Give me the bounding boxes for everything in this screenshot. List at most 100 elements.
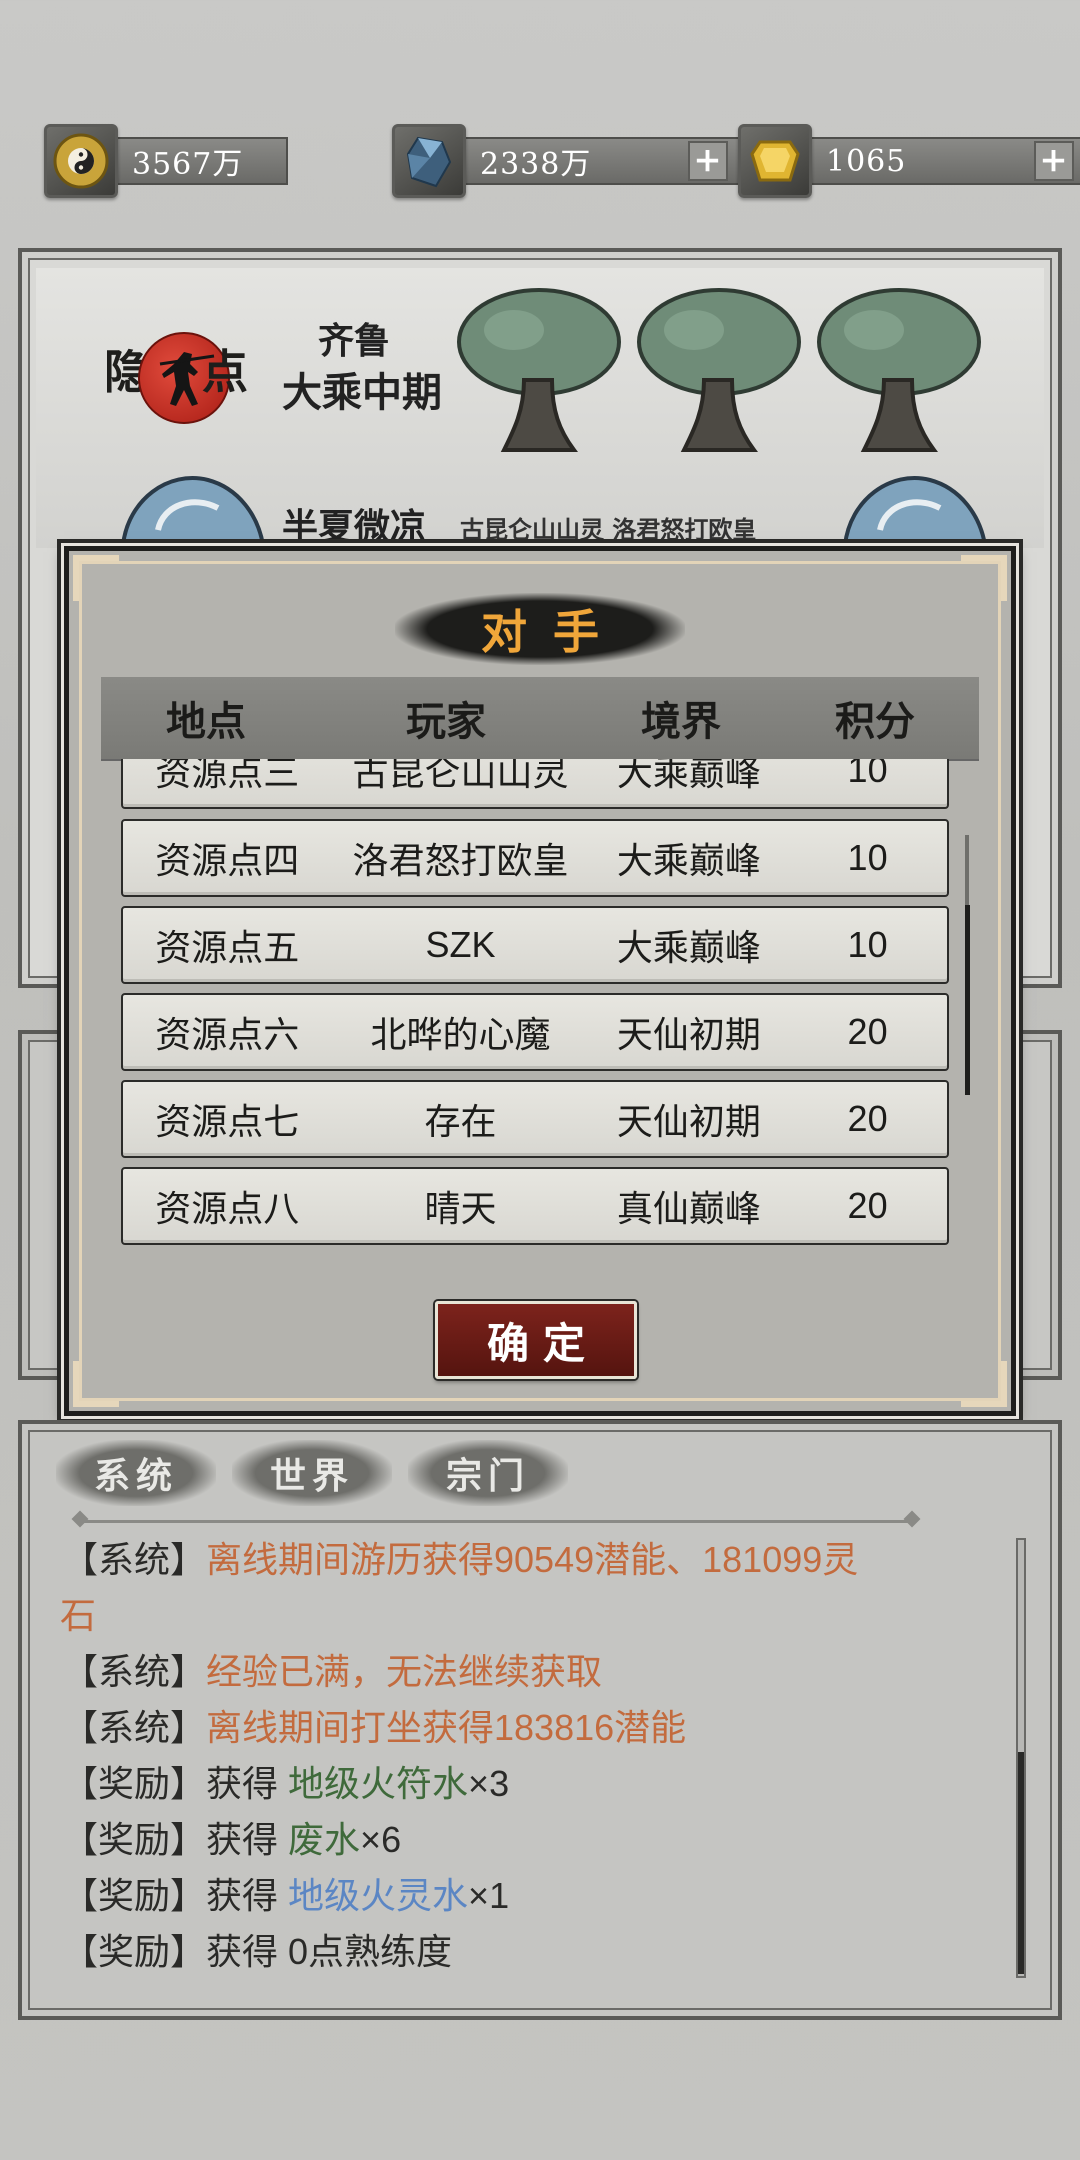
chat-divider: [80, 1520, 912, 1523]
column-header-row: 地点 玩家 境界 积分: [101, 677, 979, 759]
chat-line: 【系统】离线期间游历获得90549潜能、181099灵: [62, 1532, 962, 1588]
opponent-name: 齐鲁: [318, 320, 391, 362]
row-realm: 大乘巅峰: [616, 840, 761, 881]
tab-sect[interactable]: 宗门: [408, 1440, 568, 1506]
currency-gold: 1065 +: [738, 124, 1080, 198]
chat-tag: 【系统】: [62, 1539, 207, 1580]
chat-tag: 【奖励】: [62, 1875, 207, 1916]
guild-name: 半夏微凉: [282, 506, 427, 548]
opponent-row[interactable]: 资源点八 晴天 真仙巅峰 20: [121, 1167, 949, 1245]
row-score: 20: [847, 1098, 888, 1139]
opponent-row[interactable]: 资源点六 北晔的心魔 天仙初期 20: [121, 993, 949, 1071]
chat-line: 【奖励】获得 地级火灵水×1: [62, 1868, 962, 1924]
corner-ornament: [961, 1361, 1007, 1407]
gold-value-box: 1065 +: [804, 137, 1080, 185]
reward-item[interactable]: 废水: [288, 1819, 360, 1860]
row-realm: 真仙巅峰: [616, 1188, 761, 1229]
chat-tag: 【系统】: [62, 1707, 207, 1748]
chat-line: 【奖励】获得 0点熟练度: [62, 1924, 962, 1980]
column-header-score: 积分: [835, 698, 915, 745]
chat-text: 0点熟练度: [288, 1931, 453, 1972]
row-realm: 天仙初期: [616, 1101, 761, 1142]
chat-line-continuation: 石: [60, 1588, 962, 1644]
row-realm: 大乘巅峰: [616, 927, 761, 968]
chat-prefix: 获得: [206, 1875, 289, 1916]
chat-prefix: 获得: [206, 1763, 289, 1804]
add-crystals-button[interactable]: +: [688, 141, 728, 181]
row-realm: 天仙初期: [616, 1014, 761, 1055]
chat-scrollbar-thumb[interactable]: [1018, 1752, 1024, 1974]
opponent-row[interactable]: 资源点五 SZK 大乘巅峰 10: [121, 906, 949, 984]
row-score: 20: [847, 1185, 888, 1226]
row-score: 10: [847, 837, 888, 878]
confirm-button-label: 确定: [486, 1318, 599, 1368]
chat-text: 经验已满，无法继续获取: [206, 1651, 603, 1692]
row-player: 洛君怒打欧皇: [352, 840, 569, 881]
tab-system-label: 系统: [93, 1455, 178, 1497]
opponent-list[interactable]: 资源点三 古昆仑山山灵 大乘巅峰 10 资源点四 洛君怒打欧皇 大乘巅峰 10 …: [121, 759, 951, 1253]
row-location: 资源点六: [155, 1014, 300, 1055]
opponent-row[interactable]: 资源点三 古昆仑山山灵 大乘巅峰 10: [121, 759, 949, 809]
guild-members: 古昆仑山山灵 洛君怒打欧皇: [460, 515, 757, 544]
corner-ornament: [73, 555, 119, 601]
chat-line: 【系统】经验已满，无法继续获取: [62, 1644, 962, 1700]
opponent-realm: 大乘中期: [282, 369, 442, 416]
row-player: 古昆仑山山灵: [352, 759, 569, 793]
row-player: 晴天: [424, 1188, 497, 1229]
add-gold-button[interactable]: +: [1034, 141, 1074, 181]
coins-value-box: 3567万: [110, 137, 288, 185]
column-header-realm: 境界: [641, 698, 721, 745]
reward-item[interactable]: 地级火符水: [288, 1763, 468, 1804]
row-player: 存在: [424, 1101, 497, 1142]
tree-icon: [637, 288, 801, 452]
yin-yang-coin-icon: [44, 124, 118, 198]
chat-line: 【奖励】获得 地级火符水×3: [62, 1756, 962, 1812]
row-location: 资源点八: [155, 1188, 300, 1229]
column-header-location: 地点: [166, 698, 246, 745]
seal-right-char: 点: [202, 345, 248, 399]
crystals-value: 2338万: [480, 147, 592, 182]
row-score: 20: [847, 1011, 888, 1052]
chat-prefix: 获得: [206, 1931, 289, 1972]
dialog-title: 对手: [481, 605, 625, 659]
reward-qty: ×6: [360, 1819, 402, 1860]
corner-ornament: [961, 555, 1007, 601]
tree-icon: [457, 288, 621, 452]
chat-text: 石: [60, 1595, 97, 1636]
tab-world-label: 世界: [269, 1455, 354, 1497]
reward-qty: ×1: [468, 1875, 510, 1916]
opponent-row[interactable]: 资源点七 存在 天仙初期 20: [121, 1080, 949, 1158]
currency-coins: 3567万: [44, 124, 288, 198]
tab-world[interactable]: 世界: [232, 1440, 392, 1506]
list-scrollbar-thumb[interactable]: [965, 905, 970, 1095]
row-score: 10: [847, 759, 888, 790]
spirit-crystal-icon: [392, 124, 466, 198]
opponent-row[interactable]: 资源点四 洛君怒打欧皇 大乘巅峰 10: [121, 819, 949, 897]
tree-icon: [817, 288, 981, 452]
chat-tag: 【奖励】: [62, 1819, 207, 1860]
row-score: 10: [847, 924, 888, 965]
row-location: 资源点七: [155, 1101, 300, 1142]
chat-text: 离线期间打坐获得183816潜能: [206, 1707, 687, 1748]
confirm-button[interactable]: 确定: [435, 1301, 637, 1379]
gold-value: 1065: [826, 143, 907, 179]
reward-item[interactable]: 地级火灵水: [288, 1875, 468, 1916]
chat-line: 【奖励】获得 废水×6: [62, 1812, 962, 1868]
row-location: 资源点四: [155, 840, 300, 881]
gold-ingot-icon: [738, 124, 812, 198]
tab-sect-label: 宗门: [445, 1455, 530, 1497]
column-header-player: 玩家: [406, 698, 486, 745]
reward-qty: ×3: [468, 1763, 510, 1804]
tab-system[interactable]: 系统: [56, 1440, 216, 1506]
coins-value: 3567万: [132, 147, 244, 182]
wave-icon: [842, 476, 988, 547]
currency-crystals: 2338万 +: [392, 124, 740, 198]
row-location: 资源点三: [155, 759, 300, 793]
chat-prefix: 获得: [206, 1819, 289, 1860]
chat-tag: 【奖励】: [62, 1931, 207, 1972]
row-realm: 大乘巅峰: [616, 759, 761, 793]
row-player: 北晔的心魔: [370, 1014, 551, 1055]
chat-log: 【系统】离线期间游历获得90549潜能、181099灵 石 【系统】经验已满，无…: [60, 1532, 962, 1980]
wave-icon: [120, 476, 266, 547]
crystals-value-box: 2338万 +: [458, 137, 740, 185]
